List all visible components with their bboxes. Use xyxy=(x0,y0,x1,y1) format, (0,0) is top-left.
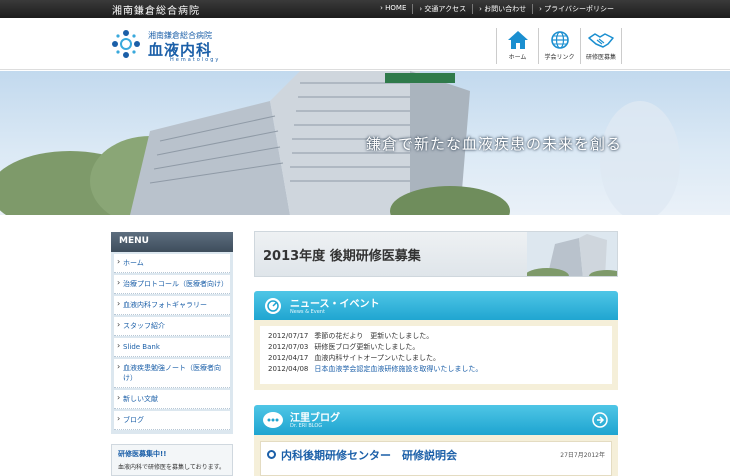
header-recruit-button[interactable]: 研修医募集 xyxy=(580,28,622,64)
header-recruit-label: 研修医募集 xyxy=(585,54,616,61)
menu-item-gallery[interactable]: 血液内科フォトギャラリー xyxy=(114,296,230,315)
blog-subtitle: Dr. ERI BLOG xyxy=(290,423,323,429)
globe-icon xyxy=(550,31,569,49)
site-name: 湘南鎌倉総合病院 xyxy=(112,6,200,17)
menu-item-study-notes[interactable]: 血液疾患勉強ノート（医療者向け） xyxy=(114,359,230,388)
news-date: 2012/04/17 xyxy=(268,354,309,362)
news-row: 2012/04/17 血液内科サイトオープンいたしました。 xyxy=(268,353,604,364)
bullet-icon xyxy=(267,450,276,459)
menu-item-blog[interactable]: ブログ xyxy=(114,411,230,430)
recruit-banner[interactable]: 2013年度 後期研修医募集 xyxy=(254,231,618,277)
news-link[interactable]: 日本血液学会認定血液研修施設を取得いたしました。 xyxy=(314,365,482,373)
menu-list: ホーム 治療プロトコール（医療者向け） 血液内科フォトギャラリー スタッフ紹介 … xyxy=(111,252,233,434)
building-thumbnail-image xyxy=(527,232,617,276)
side-menu: MENU ホーム 治療プロトコール（医療者向け） 血液内科フォトギャラリー スタ… xyxy=(111,232,233,434)
logo[interactable]: 湘南鎌倉総合病院 血液内科 Hematology xyxy=(110,28,240,63)
menu-title: MENU xyxy=(111,232,233,252)
recruit-desc: 血液内科で研修医を募集しております。 xyxy=(118,464,226,471)
news-text: 血液内科サイトオープンいたしました。 xyxy=(314,354,440,362)
header-home-button[interactable]: ホーム xyxy=(496,28,538,64)
menu-item-staff[interactable]: スタッフ紹介 xyxy=(114,317,230,336)
recruit-banner-text: 2013年度 後期研修医募集 xyxy=(263,249,421,264)
header: 湘南鎌倉総合病院 血液内科 Hematology ホーム 学会リンク 研修医募集 xyxy=(0,18,730,70)
header-links-button[interactable]: 学会リンク xyxy=(538,28,580,64)
blog-post-title[interactable]: 内科後期研修センター 研修説明会 xyxy=(281,447,457,463)
news-row: 2012/07/03 研修医ブログ更新いたしました。 xyxy=(268,342,604,353)
recruit-box[interactable]: 研修医募集中!! 血液内科で研修医を募集しております。 xyxy=(111,444,233,476)
blog-section-header: 江里ブログ Dr. ERI BLOG xyxy=(254,405,618,435)
news-title: ニュース・イベント xyxy=(290,299,380,310)
blog-post: 内科後期研修センター 研修説明会 27日7月2012年 xyxy=(260,441,612,476)
topnav-privacy-link[interactable]: › プライバシーポリシー xyxy=(532,4,620,14)
news-text: 季節の花だより 更新いたしました。 xyxy=(314,332,434,340)
home-icon xyxy=(507,31,528,49)
news-box: 2012/07/17 季節の花だより 更新いたしました。 2012/07/03 研修… xyxy=(254,320,618,390)
topnav-home-link[interactable]: › HOME xyxy=(374,4,412,14)
menu-item-protocol[interactable]: 治療プロトコール（医療者向け） xyxy=(114,275,230,294)
news-date: 2012/07/03 xyxy=(268,343,309,351)
header-home-label: ホーム xyxy=(508,54,527,61)
hero-banner: 鎌倉で新たな血液疾患の未来を創る xyxy=(0,71,730,215)
news-row: 2012/07/17 季節の花だより 更新いたしました。 xyxy=(268,331,604,342)
speech-bubble-icon xyxy=(265,298,281,314)
news-text: 研修医ブログ更新いたしました。 xyxy=(314,343,420,351)
blog-post-date: 27日7月2012年 xyxy=(560,452,605,459)
news-section-header: ニュース・イベント News & Event xyxy=(254,291,618,321)
topnav-contact-link[interactable]: › お問い合わせ xyxy=(472,4,532,14)
blog-box: 内科後期研修センター 研修説明会 27日7月2012年 xyxy=(254,435,618,476)
arrow-circle-icon[interactable] xyxy=(592,412,608,428)
menu-item-home[interactable]: ホーム xyxy=(114,254,230,273)
news-list: 2012/07/17 季節の花だより 更新いたしました。 2012/07/03 研修… xyxy=(260,326,612,384)
header-links-label: 学会リンク xyxy=(544,54,575,61)
logo-english: Hematology xyxy=(170,57,221,63)
header-icon-nav: ホーム 学会リンク 研修医募集 xyxy=(496,28,622,64)
menu-item-literature[interactable]: 新しい文献 xyxy=(114,390,230,409)
top-nav: › HOME › 交通アクセス › お問い合わせ › プライバシーポリシー xyxy=(374,4,620,14)
news-date: 2012/04/08 xyxy=(268,365,309,373)
top-bar: 湘南鎌倉総合病院 › HOME › 交通アクセス › お問い合わせ › プライバ… xyxy=(0,0,730,18)
recruit-title: 研修医募集中!! xyxy=(118,450,167,458)
menu-item-slide-bank[interactable]: Slide Bank xyxy=(114,338,230,357)
logo-mark-icon xyxy=(112,30,140,58)
blog-title: 江里ブログ xyxy=(290,413,340,424)
handshake-icon xyxy=(588,33,614,48)
news-subtitle: News & Event xyxy=(290,309,325,315)
blog-badge-icon xyxy=(263,412,283,428)
news-row: 2012/04/08 日本血液学会認定血液研修施設を取得いたしました。 xyxy=(268,364,604,375)
hero-tagline: 鎌倉で新たな血液疾患の未来を創る xyxy=(366,135,623,153)
news-date: 2012/07/17 xyxy=(268,332,309,340)
topnav-access-link[interactable]: › 交通アクセス xyxy=(412,4,472,14)
